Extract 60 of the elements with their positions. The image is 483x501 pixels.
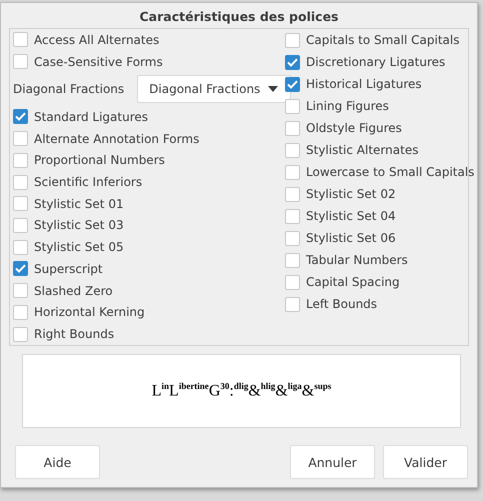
- checkbox[interactable]: [285, 98, 300, 114]
- checkbox[interactable]: [285, 296, 300, 312]
- checkbox-label[interactable]: Oldstyle Figures: [306, 121, 402, 135]
- checkbox-label[interactable]: Historical Ligatures: [306, 77, 422, 91]
- checkbox-label[interactable]: Proportional Numbers: [34, 153, 165, 168]
- checkbox-label[interactable]: Standard Ligatures: [34, 110, 148, 124]
- dialog-title: Caractéristiques des polices: [140, 9, 338, 24]
- checkbox-label[interactable]: Capitals to Small Capitals: [306, 33, 460, 47]
- dropdown-label: Diagonal Fractions: [13, 82, 124, 96]
- checkbox-label[interactable]: Case-Sensitive Forms: [34, 54, 163, 69]
- checkbox-label[interactable]: Alternate Annotation Forms: [34, 132, 200, 146]
- checkbox[interactable]: [13, 326, 28, 342]
- checkbox[interactable]: [285, 252, 300, 268]
- checkbox-label[interactable]: Tabular Numbers: [306, 253, 408, 267]
- checkbox-label[interactable]: Capital Spacing: [306, 275, 400, 289]
- dialog-button[interactable]: Annuler: [290, 445, 375, 479]
- checkbox[interactable]: [13, 196, 28, 212]
- checkbox-label[interactable]: Left Bounds: [306, 297, 378, 311]
- checkbox[interactable]: [285, 186, 300, 202]
- checkbox[interactable]: [13, 218, 28, 233]
- checkbox[interactable]: [13, 304, 28, 320]
- checkbox-label[interactable]: Stylistic Set 01: [34, 196, 124, 211]
- checkbox[interactable]: [13, 174, 28, 190]
- checkbox[interactable]: [285, 142, 300, 158]
- checkbox[interactable]: [13, 54, 28, 70]
- checkbox[interactable]: [13, 109, 28, 124]
- checkbox[interactable]: [285, 54, 300, 70]
- checkbox[interactable]: [285, 208, 300, 224]
- checkbox[interactable]: [285, 32, 300, 48]
- preview-text: L$^{in}$L$^{ibertine}$G$^{30}$:$^{dlig}$&$^{hlig}$&$^{liga}$&$^{sups}$: [152, 381, 332, 401]
- checkbox-label[interactable]: Horizontal Kerning: [34, 305, 145, 320]
- checkbox-label[interactable]: Lowercase to Small Capitals: [306, 165, 474, 179]
- checkbox[interactable]: [285, 230, 300, 246]
- checkbox-label[interactable]: Slashed Zero: [34, 284, 113, 298]
- checkbox[interactable]: [13, 131, 28, 146]
- checkbox-label[interactable]: Stylistic Set 06: [306, 231, 396, 245]
- checkbox[interactable]: [285, 120, 300, 136]
- checkbox[interactable]: [13, 283, 28, 298]
- checkbox-label[interactable]: Superscript: [34, 262, 103, 276]
- checkbox-label[interactable]: Stylistic Set 04: [306, 209, 396, 223]
- checkbox[interactable]: [285, 274, 300, 290]
- checkbox[interactable]: [285, 164, 300, 180]
- checkbox-label[interactable]: Discretionary Ligatures: [306, 55, 446, 69]
- checkbox-label[interactable]: Lining Figures: [306, 99, 389, 113]
- checkbox[interactable]: [285, 76, 300, 92]
- caret-icon: [268, 86, 278, 92]
- dropdown[interactable]: Diagonal Fractions: [137, 75, 292, 104]
- checkbox[interactable]: [13, 261, 28, 276]
- checkbox-label[interactable]: Access All Alternates: [34, 32, 160, 47]
- checkbox-label[interactable]: Scientific Inferiors: [34, 175, 142, 190]
- checkbox-label[interactable]: Stylistic Alternates: [306, 143, 418, 157]
- checkbox[interactable]: [13, 32, 28, 48]
- checkbox-label[interactable]: Stylistic Set 03: [34, 218, 124, 232]
- dialog-button[interactable]: Aide: [15, 445, 100, 479]
- dialog-button[interactable]: Valider: [383, 445, 468, 479]
- checkbox-label[interactable]: Right Bounds: [34, 327, 114, 342]
- checkbox-label[interactable]: Stylistic Set 02: [306, 187, 396, 201]
- checkbox-label[interactable]: Stylistic Set 05: [34, 240, 124, 254]
- checkbox[interactable]: [13, 240, 28, 255]
- checkbox[interactable]: [13, 152, 28, 168]
